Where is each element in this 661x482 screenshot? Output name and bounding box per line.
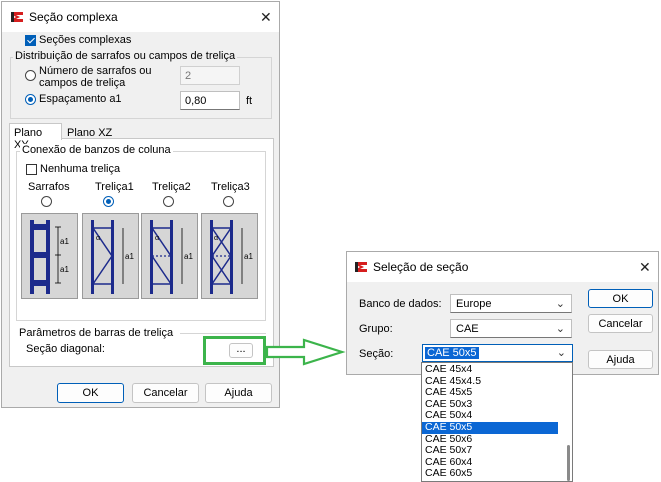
svg-text:a1: a1 bbox=[60, 265, 69, 274]
section-dropdown-list[interactable]: CAE 45x4 CAE 45x4.5 CAE 45x5 CAE 50x3 CA… bbox=[421, 362, 573, 482]
section-selection-dialog: Seleção de seção ✕ Banco de dados: Europ… bbox=[346, 251, 659, 375]
dialog-titlebar: Seleção de seção ✕ bbox=[347, 252, 658, 282]
option-radio-trelica1[interactable] bbox=[103, 196, 114, 207]
list-scrollbar[interactable] bbox=[567, 445, 570, 481]
distribution-group-label: Distribuição de sarrafos ou campos de tr… bbox=[13, 50, 238, 62]
chevron-down-icon: ⌄ bbox=[555, 298, 565, 310]
svg-text:a1: a1 bbox=[244, 252, 253, 261]
svg-text:α: α bbox=[214, 235, 218, 242]
thumb-trelica1[interactable]: α a1 bbox=[82, 213, 139, 299]
help-button[interactable]: Ajuda bbox=[588, 350, 653, 369]
truss2-diagram-icon: α a1 bbox=[150, 220, 193, 294]
dialog-title: Seção complexa bbox=[29, 10, 118, 24]
option-radio-trelica2[interactable] bbox=[163, 196, 174, 207]
truss3-diagram-icon: α a1 bbox=[210, 220, 253, 294]
option-label-trelica3: Treliça3 bbox=[211, 181, 250, 193]
spacing-input[interactable]: 0,80 bbox=[180, 91, 240, 110]
option-label-sarrafos: Sarrafos bbox=[28, 181, 70, 193]
help-button[interactable]: Ajuda bbox=[205, 383, 272, 403]
no-truss-label: Nenhuma treliça bbox=[40, 163, 121, 175]
option-radio-sarrafos[interactable] bbox=[41, 196, 52, 207]
ok-button[interactable]: OK bbox=[588, 289, 653, 308]
svg-text:a1: a1 bbox=[60, 237, 69, 246]
complex-sections-label: Seções complexas bbox=[39, 34, 132, 46]
cancel-button[interactable]: Cancelar bbox=[132, 383, 199, 403]
truss1-diagram-icon: α a1 bbox=[91, 220, 134, 294]
group-value: CAE bbox=[456, 323, 479, 335]
list-item[interactable]: CAE 50x7 bbox=[422, 445, 558, 457]
list-item[interactable]: CAE 60x5 bbox=[422, 468, 558, 480]
truss-params-separator bbox=[180, 333, 266, 334]
close-icon[interactable]: ✕ bbox=[639, 260, 651, 274]
diagonal-section-label: Seção diagonal: bbox=[26, 343, 105, 355]
tab-plano-xz[interactable]: Plano XZ bbox=[63, 124, 116, 142]
chevron-down-icon: ⌄ bbox=[556, 347, 566, 359]
list-item-selected[interactable]: CAE 50x5 bbox=[422, 421, 558, 434]
list-item[interactable]: CAE 45x4 bbox=[422, 363, 558, 376]
section-select[interactable]: CAE 50x5 ⌄ bbox=[422, 344, 573, 362]
number-option-radio[interactable] bbox=[25, 70, 36, 81]
truss-params-label: Parâmetros de barras de treliça bbox=[19, 327, 174, 339]
dialog-title: Seleção de seção bbox=[373, 260, 469, 274]
arrow-annotation-icon bbox=[266, 338, 346, 366]
database-label: Banco de dados: bbox=[359, 298, 442, 310]
thumb-sarrafos[interactable]: a1 a1 bbox=[21, 213, 78, 299]
svg-text:α: α bbox=[155, 235, 159, 242]
ok-button[interactable]: OK bbox=[57, 383, 124, 403]
spacing-unit: ft bbox=[246, 95, 253, 107]
number-option-label: Número de sarrafos ou campos de treliça bbox=[39, 65, 152, 89]
app-logo-icon bbox=[10, 10, 25, 24]
svg-text:a1: a1 bbox=[184, 252, 193, 261]
cancel-button[interactable]: Cancelar bbox=[588, 314, 653, 333]
option-label-trelica1: Treliça1 bbox=[95, 181, 134, 193]
dialog-titlebar: Seção complexa ✕ bbox=[2, 2, 279, 32]
number-input[interactable]: 2 bbox=[180, 66, 240, 85]
section-label: Seção: bbox=[359, 348, 394, 360]
svg-text:a1: a1 bbox=[125, 252, 134, 261]
section-value: CAE 50x5 bbox=[425, 347, 479, 359]
group-label: Grupo: bbox=[359, 323, 393, 335]
spacing-option-label: Espaçamento a1 bbox=[39, 93, 122, 105]
chord-group-label: Conexão de banzos de coluna bbox=[20, 144, 173, 156]
option-radio-trelica3[interactable] bbox=[223, 196, 234, 207]
group-select[interactable]: CAE ⌄ bbox=[450, 319, 572, 338]
svg-text:α: α bbox=[96, 235, 100, 242]
tab-plano-xy[interactable]: Plano XY bbox=[9, 123, 62, 151]
highlight-box bbox=[203, 336, 266, 365]
chevron-down-icon: ⌄ bbox=[555, 323, 565, 335]
close-icon[interactable]: ✕ bbox=[260, 10, 272, 24]
batten-diagram-icon: a1 a1 bbox=[30, 220, 69, 294]
app-logo-icon bbox=[354, 260, 369, 274]
database-select[interactable]: Europe ⌄ bbox=[450, 294, 572, 313]
complex-sections-checkbox[interactable] bbox=[25, 35, 36, 46]
option-label-trelica2: Treliça2 bbox=[152, 181, 191, 193]
thumb-trelica3[interactable]: α a1 bbox=[201, 213, 258, 299]
thumb-trelica2[interactable]: α a1 bbox=[141, 213, 198, 299]
spacing-option-radio[interactable] bbox=[25, 94, 36, 105]
no-truss-checkbox[interactable] bbox=[26, 164, 37, 175]
database-value: Europe bbox=[456, 298, 492, 310]
